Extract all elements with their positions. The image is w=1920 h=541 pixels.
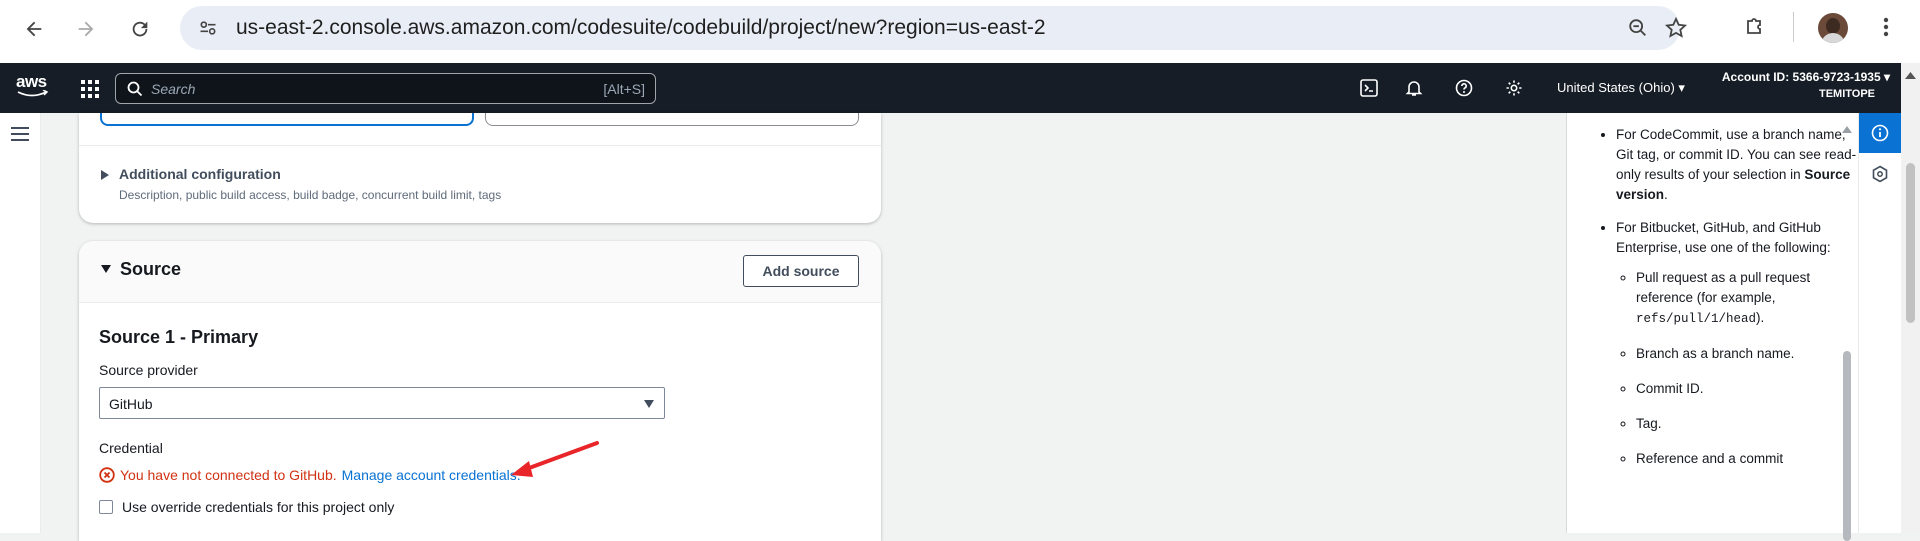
- error-text: You have not connected to GitHub.: [120, 467, 337, 483]
- help-subitem-branch: Branch as a branch name.: [1636, 344, 1858, 364]
- description-input[interactable]: [485, 113, 859, 126]
- search-input[interactable]: Search [Alt+S]: [115, 73, 656, 104]
- page-scrollbar[interactable]: [1901, 63, 1920, 533]
- source-primary-title: Source 1 - Primary: [99, 327, 259, 347]
- address-bar[interactable]: us-east-2.console.aws.amazon.com/codesui…: [180, 6, 1680, 50]
- error-circle-icon: [99, 467, 115, 483]
- additional-configuration-description: Description, public build access, build …: [119, 188, 502, 202]
- caret-down-icon[interactable]: [101, 265, 111, 273]
- tutorials-hexagon-icon[interactable]: [1871, 165, 1889, 188]
- page-scrollbar-thumb[interactable]: [1906, 163, 1915, 323]
- credential-error: You have not connected to GitHub. Manage…: [99, 467, 521, 483]
- help-icon[interactable]: [1452, 76, 1476, 100]
- notifications-bell-icon[interactable]: [1402, 76, 1426, 100]
- tools-rail: [1858, 113, 1901, 533]
- account-user: TEMITOPE: [1818, 88, 1875, 100]
- search-shortcut: [Alt+S]: [603, 81, 645, 97]
- divider: [1793, 12, 1794, 42]
- dropdown-caret-icon: [644, 400, 654, 408]
- forward-arrow-icon[interactable]: [70, 13, 102, 45]
- source-title[interactable]: Source: [120, 259, 181, 280]
- search-placeholder: Search: [151, 81, 196, 97]
- help-subitem-tag: Tag.: [1636, 414, 1858, 434]
- back-arrow-icon[interactable]: [18, 13, 50, 45]
- source-provider-select[interactable]: GitHub: [99, 387, 665, 419]
- hamburger-menu-icon[interactable]: [11, 126, 29, 147]
- more-vert-icon[interactable]: [1878, 15, 1894, 44]
- info-tab-icon[interactable]: [1859, 113, 1901, 153]
- settings-gear-icon[interactable]: [1502, 76, 1526, 100]
- credential-label: Credential: [99, 440, 163, 456]
- region-selector[interactable]: United States (Ohio) ▾: [1557, 80, 1685, 96]
- help-panel-scrollbar[interactable]: [1841, 121, 1853, 541]
- reload-icon[interactable]: [124, 13, 156, 45]
- override-credentials-label[interactable]: Use override credentials for this projec…: [122, 499, 394, 515]
- add-source-button[interactable]: Add source: [743, 255, 859, 287]
- aws-logo[interactable]: aws: [16, 72, 49, 97]
- help-panel: For CodeCommit, use a branch name, Git t…: [1566, 113, 1858, 541]
- source-provider-value: GitHub: [109, 396, 153, 412]
- help-subitem-reference: Reference and a commit: [1636, 449, 1858, 469]
- caret-right-icon[interactable]: [101, 170, 109, 180]
- additional-configuration-toggle[interactable]: Additional configuration: [119, 166, 281, 182]
- source-provider-label: Source provider: [99, 362, 198, 378]
- url-text[interactable]: us-east-2.console.aws.amazon.com/codesui…: [236, 16, 1046, 40]
- search-icon: [127, 81, 143, 102]
- source-panel-header[interactable]: Source Add source: [79, 241, 881, 303]
- services-grid-icon[interactable]: [81, 80, 99, 103]
- override-credentials-checkbox[interactable]: [99, 500, 113, 514]
- help-item-github: For Bitbucket, GitHub, and GitHub Enterp…: [1616, 218, 1858, 469]
- manage-credentials-link[interactable]: Manage account credentials.: [342, 467, 521, 483]
- side-navigation: [0, 113, 41, 533]
- help-item-codecommit: For CodeCommit, use a branch name, Git t…: [1616, 125, 1858, 205]
- zoom-out-icon[interactable]: [1627, 17, 1649, 44]
- site-info-icon[interactable]: [198, 18, 218, 43]
- annotation-arrow: [511, 441, 599, 477]
- browser-toolbar: us-east-2.console.aws.amazon.com/codesui…: [0, 0, 1920, 63]
- account-menu[interactable]: Account ID: 5366-9723-1935 ▾: [1700, 70, 1890, 84]
- star-icon[interactable]: [1664, 16, 1688, 45]
- extensions-icon[interactable]: [1742, 15, 1766, 44]
- project-name-input[interactable]: [100, 113, 474, 126]
- help-subitem-pull-request: Pull request as a pull request reference…: [1636, 268, 1858, 329]
- aws-top-nav: aws Search [Alt+S] United States (Ohio) …: [0, 63, 1920, 113]
- source-panel: Source Add source Source 1 - Primary Sou…: [79, 241, 881, 541]
- divider: [79, 145, 881, 146]
- help-subitem-commit: Commit ID.: [1636, 379, 1858, 399]
- profile-avatar[interactable]: [1818, 13, 1848, 43]
- cloudshell-icon[interactable]: [1357, 76, 1381, 100]
